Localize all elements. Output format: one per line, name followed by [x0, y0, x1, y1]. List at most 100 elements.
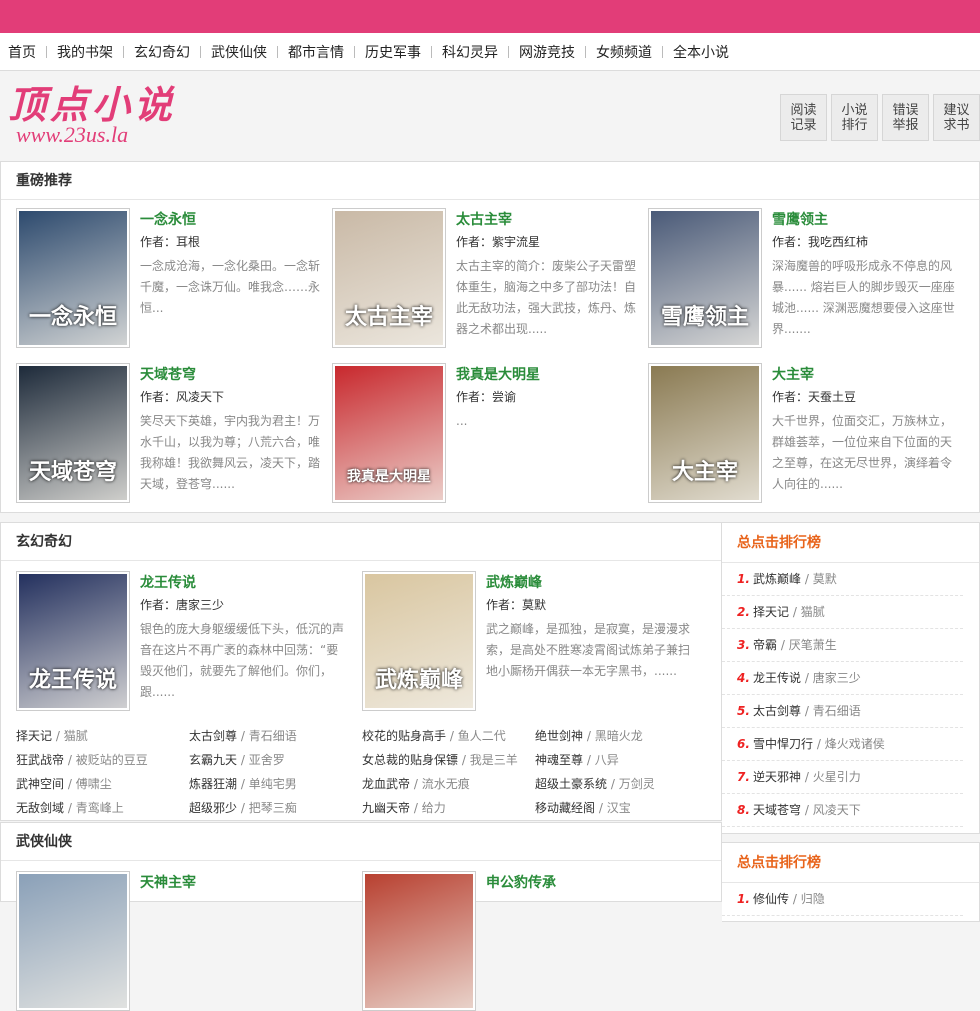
rank-item[interactable]: 3. 帝霸 / 厌笔萧生	[722, 629, 963, 662]
list-item-author[interactable]: 傅啸尘	[76, 777, 112, 791]
list-item-title[interactable]: 神魂至尊	[535, 753, 583, 767]
quick-link-button[interactable]: 错误举报	[882, 94, 929, 141]
list-item[interactable]: 校花的贴身高手 / 鱼人二代	[362, 724, 535, 748]
list-item-author[interactable]: 汉宝	[607, 801, 631, 815]
list-item-author[interactable]: 青石细语	[249, 729, 297, 743]
rank-item[interactable]: 4. 龙王传说 / 唐家三少	[722, 662, 963, 695]
rank-book-title[interactable]: 武炼巅峰	[753, 572, 801, 586]
list-item[interactable]: 女总裁的贴身保镖 / 我是三羊	[362, 748, 535, 772]
quick-link-button[interactable]: 建议求书	[933, 94, 980, 141]
nav-link[interactable]: 都市言情	[286, 42, 346, 62]
list-item-author[interactable]: 给力	[422, 801, 446, 815]
book-title[interactable]: 天神主宰	[140, 873, 326, 893]
list-item[interactable]: 绝世剑神 / 黑暗火龙	[535, 724, 708, 748]
site-logo[interactable]: 顶点小说 www.23us.la	[8, 85, 198, 155]
list-item[interactable]: 择天记 / 猫腻	[16, 724, 189, 748]
list-item-title[interactable]: 移动藏经阁	[535, 801, 595, 815]
quick-link-button[interactable]: 小说排行	[831, 94, 878, 141]
list-item[interactable]: 龙血武帝 / 流水无痕	[362, 772, 535, 796]
rank-book-title[interactable]: 雪中悍刀行	[753, 737, 813, 751]
list-item[interactable]: 神魂至尊 / 八异	[535, 748, 708, 772]
book-title[interactable]: 我真是大明星	[456, 365, 642, 385]
list-item-author[interactable]: 万剑灵	[619, 777, 655, 791]
book-cover[interactable]	[362, 871, 476, 1011]
book-cover[interactable]: 一念永恒	[16, 208, 130, 348]
nav-link[interactable]: 全本小说	[671, 42, 731, 62]
rank-item[interactable]: 8. 天域苍穹 / 风凌天下	[722, 794, 963, 827]
book-cover[interactable]	[16, 871, 130, 1011]
book-title[interactable]: 龙王传说	[140, 573, 350, 593]
rank-author[interactable]: 莫默	[813, 572, 837, 586]
rank-author[interactable]: 青石细语	[813, 704, 861, 718]
rank-book-title[interactable]: 修仙传	[753, 892, 789, 906]
list-item-author[interactable]: 猫腻	[64, 729, 88, 743]
list-item[interactable]: 炼器狂潮 / 单纯宅男	[189, 772, 362, 796]
book-title[interactable]: 武炼巅峰	[486, 573, 696, 593]
list-item[interactable]: 九幽天帝 / 给力	[362, 796, 535, 820]
rank-item[interactable]: 7. 逆天邪神 / 火星引力	[722, 761, 963, 794]
list-item-author[interactable]: 我是三羊	[470, 753, 518, 767]
rank-author[interactable]: 厌笔萧生	[789, 638, 837, 652]
book-cover[interactable]: 天域苍穹	[16, 363, 130, 503]
rank-item[interactable]: 1. 修仙传 / 归隐	[722, 883, 963, 916]
list-item-title[interactable]: 龙血武帝	[362, 777, 410, 791]
list-item-title[interactable]: 超级土豪系统	[535, 777, 607, 791]
book-title[interactable]: 大主宰	[772, 365, 958, 385]
rank-author[interactable]: 风凌天下	[813, 803, 861, 817]
list-item-title[interactable]: 超级邪少	[189, 801, 237, 815]
list-item-author[interactable]: 青鸾峰上	[76, 801, 124, 815]
list-item-title[interactable]: 九幽天帝	[362, 801, 410, 815]
list-item-title[interactable]: 绝世剑神	[535, 729, 583, 743]
quick-link-button[interactable]: 阅读记录	[780, 94, 827, 141]
rank-item[interactable]: 6. 雪中悍刀行 / 烽火戏诸侯	[722, 728, 963, 761]
book-title[interactable]: 申公豹传承	[486, 873, 672, 893]
book-title[interactable]: 一念永恒	[140, 210, 326, 230]
list-item-author[interactable]: 被贬站的豆豆	[76, 753, 148, 767]
list-item-author[interactable]: 亚舍罗	[249, 753, 285, 767]
book-cover[interactable]: 太古主宰	[332, 208, 446, 348]
list-item-title[interactable]: 炼器狂潮	[189, 777, 237, 791]
list-item[interactable]: 太古剑尊 / 青石细语	[189, 724, 362, 748]
rank-author[interactable]: 唐家三少	[813, 671, 861, 685]
book-cover[interactable]: 大主宰	[648, 363, 762, 503]
rank-item[interactable]: 5. 太古剑尊 / 青石细语	[722, 695, 963, 728]
nav-link[interactable]: 网游竞技	[517, 42, 577, 62]
nav-link[interactable]: 女频频道	[594, 42, 654, 62]
nav-link[interactable]: 我的书架	[55, 42, 115, 62]
list-item-author[interactable]: 把琴三痴	[249, 801, 297, 815]
nav-link[interactable]: 首页	[6, 42, 38, 62]
book-title[interactable]: 雪鹰领主	[772, 210, 958, 230]
list-item-title[interactable]: 狂武战帝	[16, 753, 64, 767]
list-item[interactable]: 无敌剑域 / 青鸾峰上	[16, 796, 189, 820]
rank-author[interactable]: 火星引力	[813, 770, 861, 784]
rank-book-title[interactable]: 龙王传说	[753, 671, 801, 685]
nav-link[interactable]: 武侠仙侠	[209, 42, 269, 62]
book-cover[interactable]: 雪鹰领主	[648, 208, 762, 348]
book-title[interactable]: 天域苍穹	[140, 365, 326, 385]
book-cover[interactable]: 我真是大明星	[332, 363, 446, 503]
list-item-title[interactable]: 玄霸九天	[189, 753, 237, 767]
nav-link[interactable]: 历史军事	[363, 42, 423, 62]
list-item[interactable]: 超级土豪系统 / 万剑灵	[535, 772, 708, 796]
rank-book-title[interactable]: 逆天邪神	[753, 770, 801, 784]
list-item-title[interactable]: 择天记	[16, 729, 52, 743]
list-item[interactable]: 移动藏经阁 / 汉宝	[535, 796, 708, 820]
list-item-title[interactable]: 武神空间	[16, 777, 64, 791]
rank-author[interactable]: 烽火戏诸侯	[825, 737, 885, 751]
list-item-author[interactable]: 单纯宅男	[249, 777, 297, 791]
list-item-title[interactable]: 太古剑尊	[189, 729, 237, 743]
list-item[interactable]: 狂武战帝 / 被贬站的豆豆	[16, 748, 189, 772]
list-item[interactable]: 武神空间 / 傅啸尘	[16, 772, 189, 796]
book-title[interactable]: 太古主宰	[456, 210, 642, 230]
book-cover[interactable]: 武炼巅峰	[362, 571, 476, 711]
rank-item[interactable]: 2. 择天记 / 猫腻	[722, 596, 963, 629]
rank-author[interactable]: 归隐	[801, 892, 825, 906]
nav-link[interactable]: 玄幻奇幻	[132, 42, 192, 62]
rank-author[interactable]: 猫腻	[801, 605, 825, 619]
list-item-author[interactable]: 八异	[595, 753, 619, 767]
list-item[interactable]: 超级邪少 / 把琴三痴	[189, 796, 362, 820]
list-item[interactable]: 玄霸九天 / 亚舍罗	[189, 748, 362, 772]
rank-book-title[interactable]: 择天记	[753, 605, 789, 619]
list-item-title[interactable]: 女总裁的贴身保镖	[362, 753, 458, 767]
nav-link[interactable]: 科幻灵异	[440, 42, 500, 62]
